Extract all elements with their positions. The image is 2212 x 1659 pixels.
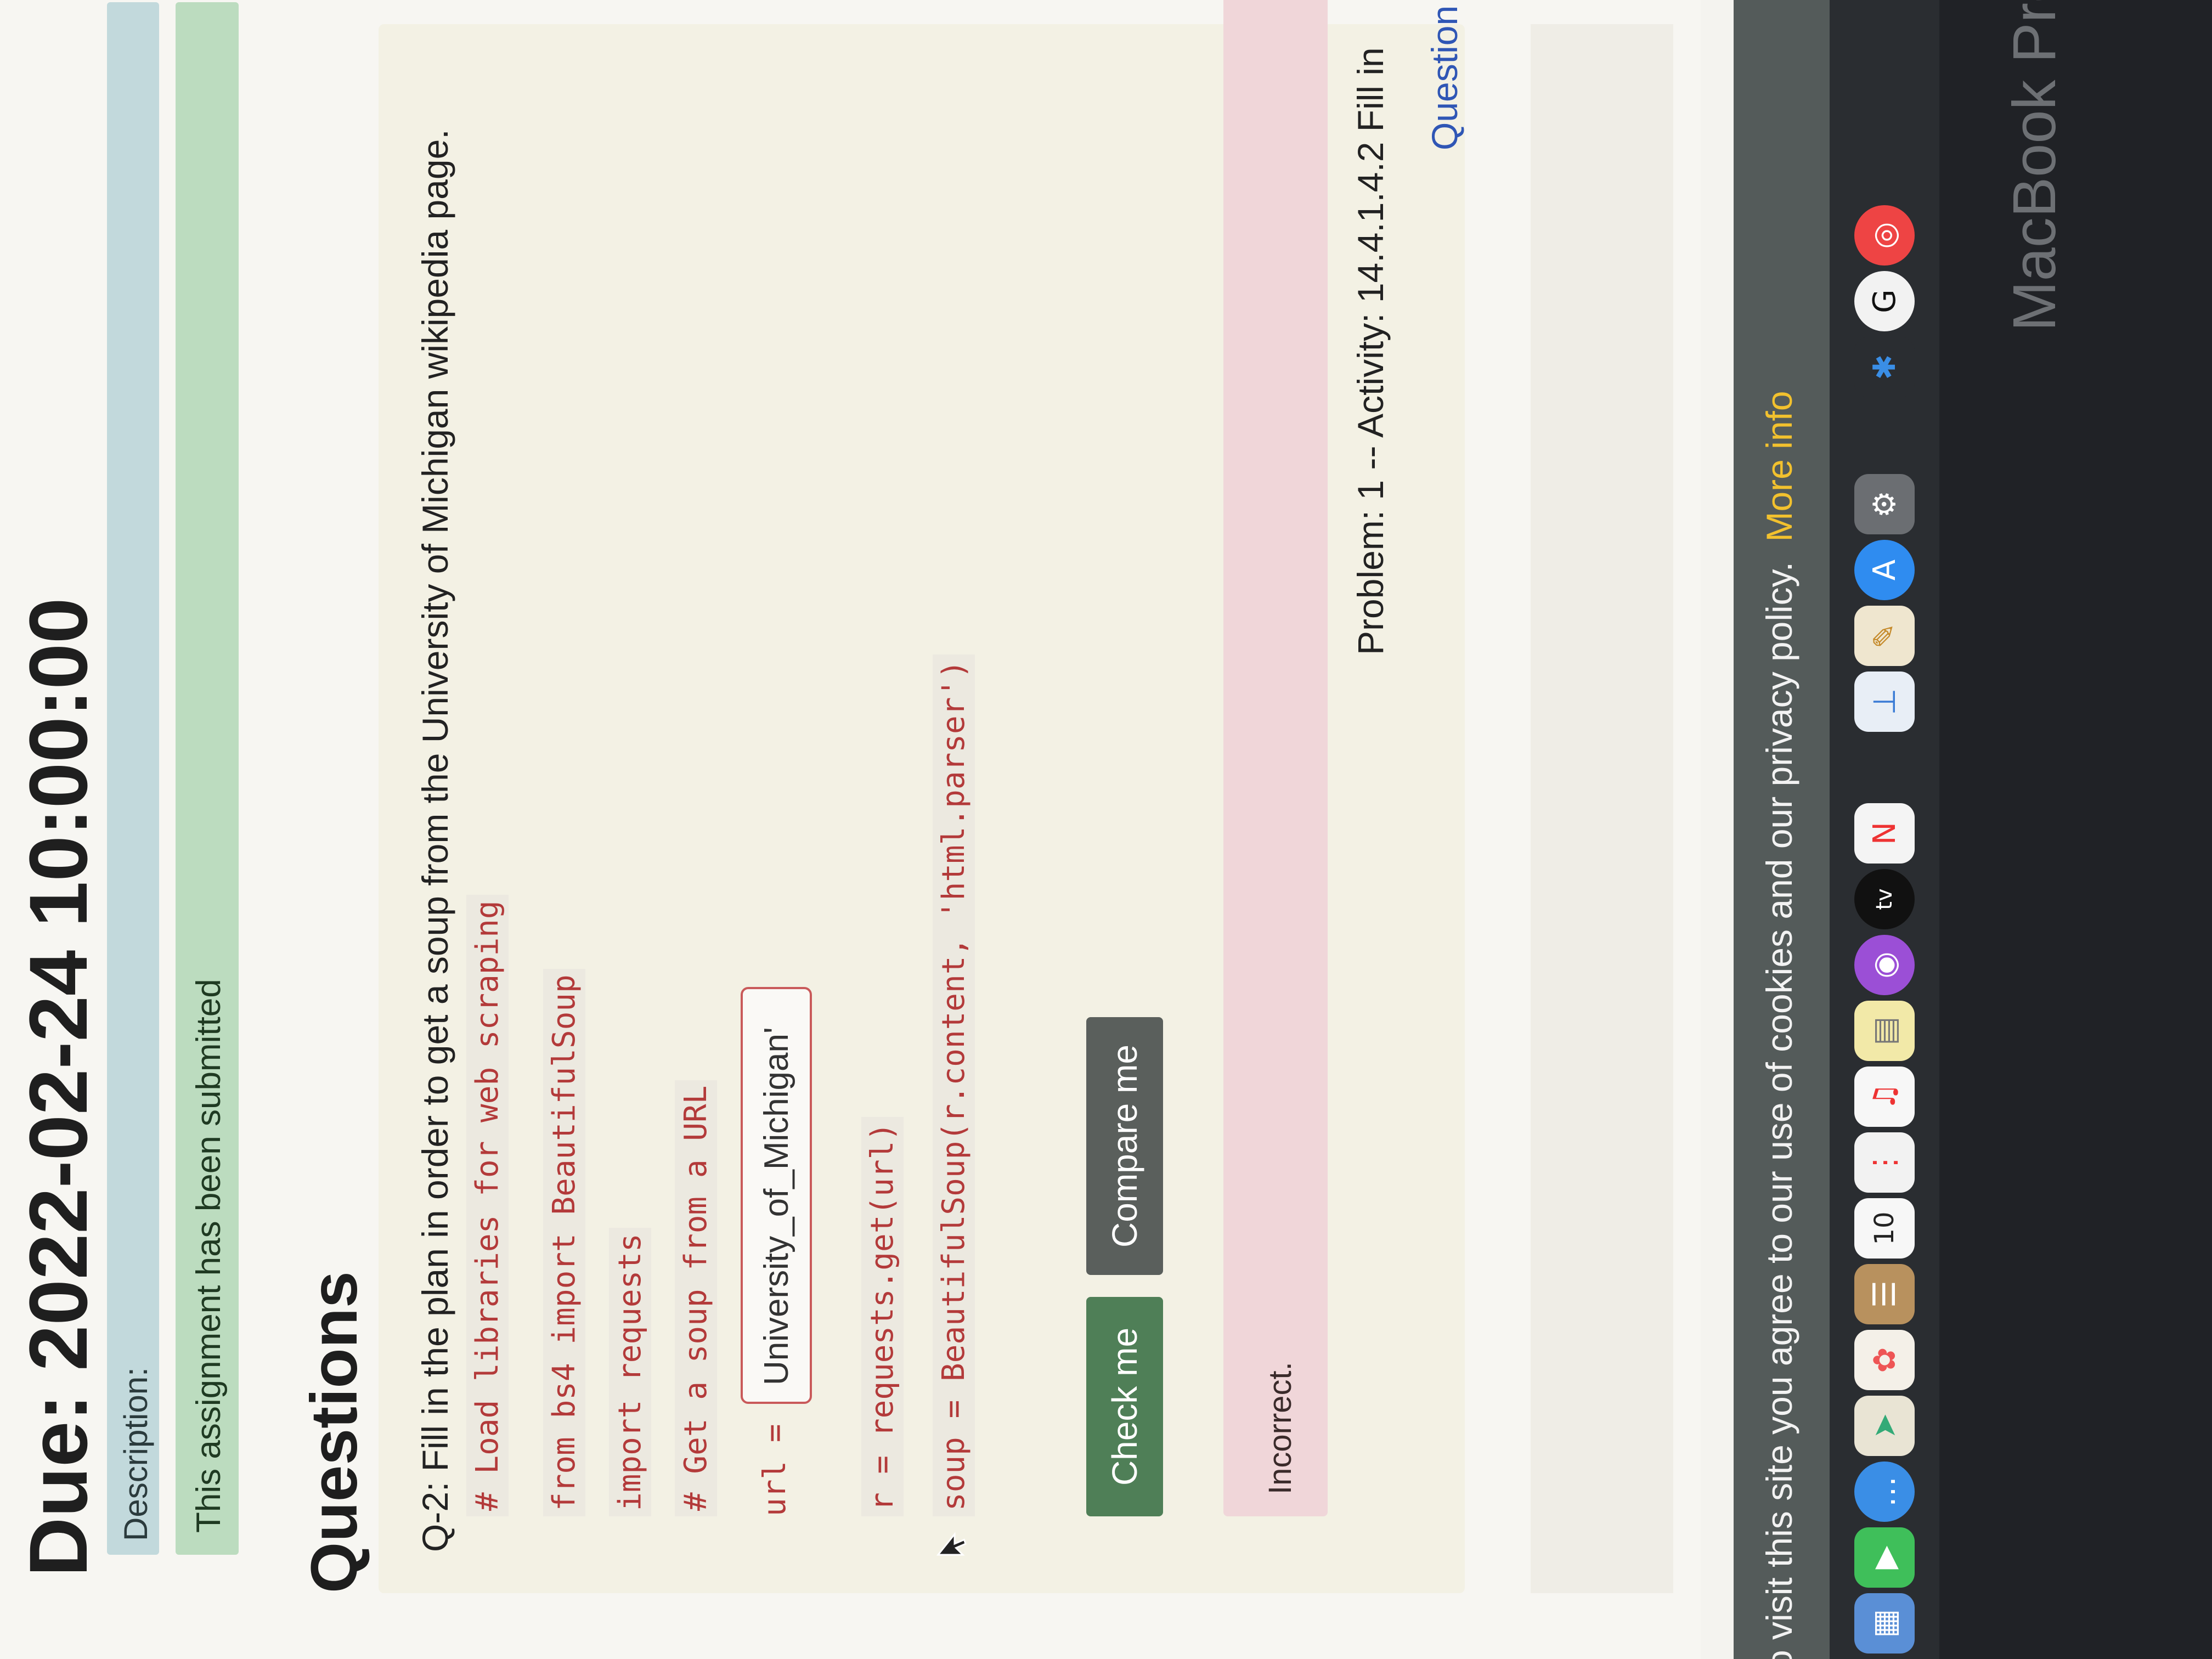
cookie-consent-bar: o visit this site you agree to our use o… bbox=[1734, 0, 1830, 1659]
apple-tv-label: tv bbox=[1872, 888, 1897, 910]
code-line-requests-get: r = requests.get(url) bbox=[861, 1116, 904, 1516]
description-label: Description: bbox=[117, 1367, 154, 1541]
question-panel: Q-2: Fill in the plan in order to get a … bbox=[379, 0, 1465, 1593]
mouse-pointer-icon bbox=[936, 1532, 967, 1556]
problem-activity-info: Problem: 1 -- Activity: 14.4.1.4.2 Fill … bbox=[1350, 47, 1391, 655]
macbook-pro-label: MacBook Pro bbox=[2001, 0, 2068, 331]
apple-tv-icon[interactable]: tv bbox=[1854, 869, 1915, 929]
facetime-icon[interactable]: ▶ bbox=[1854, 1527, 1915, 1588]
feedback-text: Incorrect. bbox=[1262, 1362, 1298, 1494]
browser-screen: Due: 2022-02-24 10:00:00 Description: Th… bbox=[0, 0, 2212, 1659]
grammarly-icon[interactable]: G bbox=[1854, 271, 1915, 331]
music-icon[interactable]: ♫ bbox=[1854, 1066, 1915, 1127]
cookie-consent-message: o visit this site you agree to our use o… bbox=[1759, 561, 1799, 1659]
app-store-icon[interactable]: A bbox=[1854, 540, 1915, 600]
news-icon[interactable]: N bbox=[1854, 803, 1915, 864]
url-blank-input[interactable] bbox=[741, 987, 812, 1404]
photos-icon[interactable]: ✿ bbox=[1854, 1330, 1915, 1390]
feedback-alert: Incorrect. bbox=[1223, 0, 1328, 1516]
more-info-link[interactable]: More info bbox=[1759, 391, 1799, 541]
question-prompt: Q-2: Fill in the plan in order to get a … bbox=[415, 129, 455, 1552]
photo-stage: Due: 2022-02-24 10:00:00 Description: Th… bbox=[0, 0, 2212, 1659]
code-line-import-requests: import requests bbox=[609, 1228, 651, 1516]
description-box: Description: bbox=[107, 2, 159, 1555]
code-line-import-bs4: from bs4 import BeautifulSoup bbox=[543, 969, 585, 1516]
due-date-title: Due: 2022-02-24 10:00:00 bbox=[12, 597, 104, 1577]
code-line-beautifulsoup: soup = BeautifulSoup(r.content, 'html.pa… bbox=[933, 654, 975, 1516]
notes-icon[interactable]: ▤ bbox=[1854, 1001, 1915, 1061]
code-url-label: url = bbox=[757, 1424, 793, 1516]
submitted-notice: This assignment has been submitted bbox=[190, 979, 228, 1533]
podcasts-icon[interactable]: ◉ bbox=[1854, 935, 1915, 995]
reminders-icon[interactable]: ⋮ bbox=[1854, 1132, 1915, 1193]
chrome-icon[interactable]: ◎ bbox=[1854, 205, 1915, 266]
code-comment-line: # Load libraries for web scraping bbox=[466, 895, 509, 1516]
submitted-alert: This assignment has been submitted bbox=[176, 2, 239, 1555]
system-preferences-icon[interactable]: ⚙ bbox=[1854, 474, 1915, 534]
laptop-bezel: MacBook Pro bbox=[1939, 0, 2212, 1659]
pages-icon[interactable]: ✎ bbox=[1854, 606, 1915, 666]
macos-dock: ▦ ▶ … ➤ ✿ ☰ 10 ⋮ ♫ ▤ ◉ tv N ⊥ ✎ A ⚙ ✱ G … bbox=[1830, 0, 1939, 1659]
questions-heading: Questions bbox=[297, 1271, 371, 1593]
contacts-icon[interactable]: ☰ bbox=[1854, 1264, 1915, 1324]
code-comment-line: # Get a soup from a URL bbox=[675, 1080, 717, 1516]
compare-me-button[interactable]: Compare me bbox=[1086, 1017, 1163, 1275]
bluetooth-icon[interactable]: ✱ bbox=[1854, 337, 1915, 397]
question-in-context-link[interactable]: Question in Contex bbox=[1424, 0, 1465, 150]
page-content: Due: 2022-02-24 10:00:00 Description: Th… bbox=[0, 0, 1701, 1659]
calendar-date: 10 bbox=[1869, 1211, 1900, 1245]
footer-panel bbox=[1531, 24, 1673, 1593]
check-me-button[interactable]: Check me bbox=[1086, 1297, 1163, 1516]
calendar-icon[interactable]: 10 bbox=[1854, 1198, 1915, 1259]
keynote-icon[interactable]: ⊥ bbox=[1854, 672, 1915, 732]
messages-icon[interactable]: … bbox=[1854, 1462, 1915, 1522]
maps-icon[interactable]: ➤ bbox=[1854, 1396, 1915, 1456]
launchpad-icon[interactable]: ▦ bbox=[1854, 1593, 1915, 1654]
cookie-consent-text: o visit this site you agree to our use o… bbox=[1758, 391, 1800, 1659]
